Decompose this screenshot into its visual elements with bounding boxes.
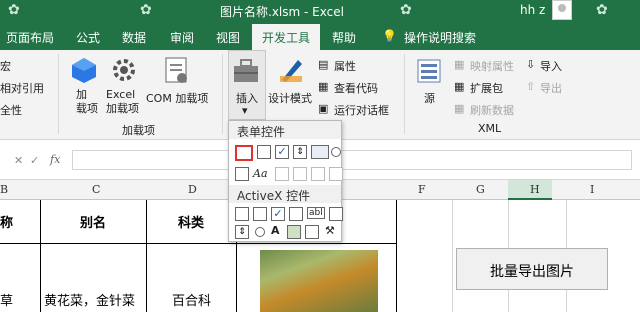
cell-b1[interactable]: 称 [0,212,13,231]
decoration-icon: ✿ [140,2,152,18]
chevron-down-icon: ▾ [242,104,248,117]
expansion-packs-button[interactable]: 扩展包 [470,80,503,96]
xml-group-label: XML [478,122,502,135]
lightbulb-icon: 💡 [382,29,397,43]
scroll-bar-control-icon[interactable] [275,167,289,181]
insert-function-button[interactable]: fx [50,153,60,166]
label-control-icon[interactable]: Aa [253,167,268,180]
button-control-icon[interactable] [235,145,253,161]
xml-source-icon[interactable] [416,58,442,84]
column-header-i[interactable]: I [590,183,594,196]
form-controls-header: 表单控件 [229,121,341,139]
enter-icon[interactable]: ✓ [30,154,39,167]
design-mode-icon[interactable] [278,56,306,84]
more-controls-icon[interactable]: ⚒ [325,224,335,237]
checkbox-control-icon[interactable]: ✓ [275,145,289,159]
column-header-h[interactable]: H [530,183,540,196]
excel-add-ins-button[interactable]: Excel 加载项 [106,88,139,116]
macro-security-button[interactable]: 全性 [0,102,22,118]
tab-developer[interactable]: 开发工具 [252,24,321,50]
text-field-control-icon[interactable] [293,167,307,181]
tab-review[interactable]: 审阅 [170,29,194,46]
option-button-control-icon[interactable] [331,147,341,157]
cell-d2[interactable]: 百合科 [172,290,211,309]
title-bar: ✿ ✿ 图片名称.xlsm - Excel ✿ hh z ✿ [0,0,640,22]
relative-reference-button[interactable]: 相对引用 [0,80,44,96]
expansion-packs-icon: ▦ [454,80,465,93]
activex-text-box-icon[interactable]: abl [307,207,325,219]
tab-page-layout[interactable]: 页面布局 [6,29,54,46]
column-header-b[interactable]: B [0,183,8,196]
combo-list-edit-control-icon[interactable] [311,167,325,181]
tell-me-search[interactable]: 操作说明搜索 [404,29,476,46]
cell-c1[interactable]: 别名 [80,212,106,231]
cell-c2[interactable]: 黄花菜，金针菜 [44,290,135,309]
activex-image-icon[interactable] [287,225,301,239]
tab-formulas[interactable]: 公式 [76,29,100,46]
list-box-control-icon[interactable] [311,145,329,159]
refresh-data-icon: ▦ [454,102,465,115]
import-button[interactable]: 导入 [540,58,562,74]
run-dialog-button[interactable]: 运行对话框 [334,102,389,118]
export-icon: ⇧ [526,80,536,93]
cell-b2[interactable]: 草 [0,290,13,309]
column-header-f[interactable]: F [418,183,426,196]
properties-icon: ▤ [318,58,329,71]
combo-box-control-icon[interactable] [257,145,271,159]
view-code-icon: ▦ [318,80,329,93]
activex-checkbox-icon[interactable]: ✓ [271,207,285,221]
column-header-d[interactable]: D [188,183,197,196]
tab-help[interactable]: 帮助 [332,29,356,46]
activex-scroll-bar-icon[interactable] [329,207,343,221]
activex-option-button-icon[interactable] [255,227,265,237]
add-ins-button[interactable]: 加 载项 [76,88,98,116]
activex-combo-box-icon[interactable] [253,207,267,221]
insert-controls-dropdown: 表单控件 ✓ ⇕ Aa ActiveX 控件 ✓ abl ⇕ A ⚒ [228,120,343,242]
import-icon: ⇩ [526,58,536,71]
group-box-control-icon[interactable] [235,167,249,181]
activex-label-icon[interactable]: A [271,224,280,237]
com-add-ins-button[interactable]: COM 加载项 [146,90,208,106]
cancel-icon[interactable]: ✕ [14,154,23,167]
activex-spin-button-icon[interactable]: ⇕ [235,225,249,239]
add-ins-icon[interactable] [70,56,98,84]
tab-data[interactable]: 数据 [122,29,146,46]
add-ins-group-label: 加载项 [122,124,155,137]
decoration-icon: ✿ [400,2,412,18]
view-code-button[interactable]: 查看代码 [334,80,378,96]
gear-icon[interactable] [110,56,138,84]
refresh-data-button[interactable]: 刷新数据 [470,102,514,118]
activex-toggle-button-icon[interactable] [305,225,319,239]
user-name[interactable]: hh z [520,3,545,17]
activex-button-icon[interactable] [235,207,249,221]
flower-photo[interactable] [260,250,378,312]
decoration-icon: ✿ [596,2,608,18]
design-mode-button[interactable]: 设计模式 [268,90,312,106]
macros-button[interactable]: 宏 [0,58,11,74]
batch-export-images-button[interactable]: 批量导出图片 [456,248,608,290]
run-dialog-icon: ▣ [318,102,329,115]
ribbon-tabs: 页面布局 公式 数据 审阅 视图 开发工具 帮助 💡 操作说明搜索 [0,22,640,50]
avatar[interactable] [552,0,572,20]
map-properties-icon: ▦ [454,58,465,71]
decoration-icon: ✿ [8,2,20,18]
map-properties-button[interactable]: 映射属性 [470,58,514,74]
xml-source-button[interactable]: 源 [424,90,435,106]
cell-d1[interactable]: 科类 [178,212,204,231]
column-header-c[interactable]: C [92,183,100,196]
activex-controls-header: ActiveX 控件 [229,185,341,203]
window-title: 图片名称.xlsm - Excel [220,5,344,19]
properties-button[interactable]: 属性 [334,58,356,74]
spin-button-control-icon[interactable]: ⇕ [293,145,307,159]
formula-input[interactable] [72,150,632,170]
com-add-ins-icon[interactable] [164,56,190,84]
tab-view[interactable]: 视图 [216,29,240,46]
combo-drop-down-edit-control-icon[interactable] [329,167,343,181]
column-header-g[interactable]: G [476,183,485,196]
export-button[interactable]: 导出 [540,80,562,96]
activex-list-box-icon[interactable] [289,207,303,221]
